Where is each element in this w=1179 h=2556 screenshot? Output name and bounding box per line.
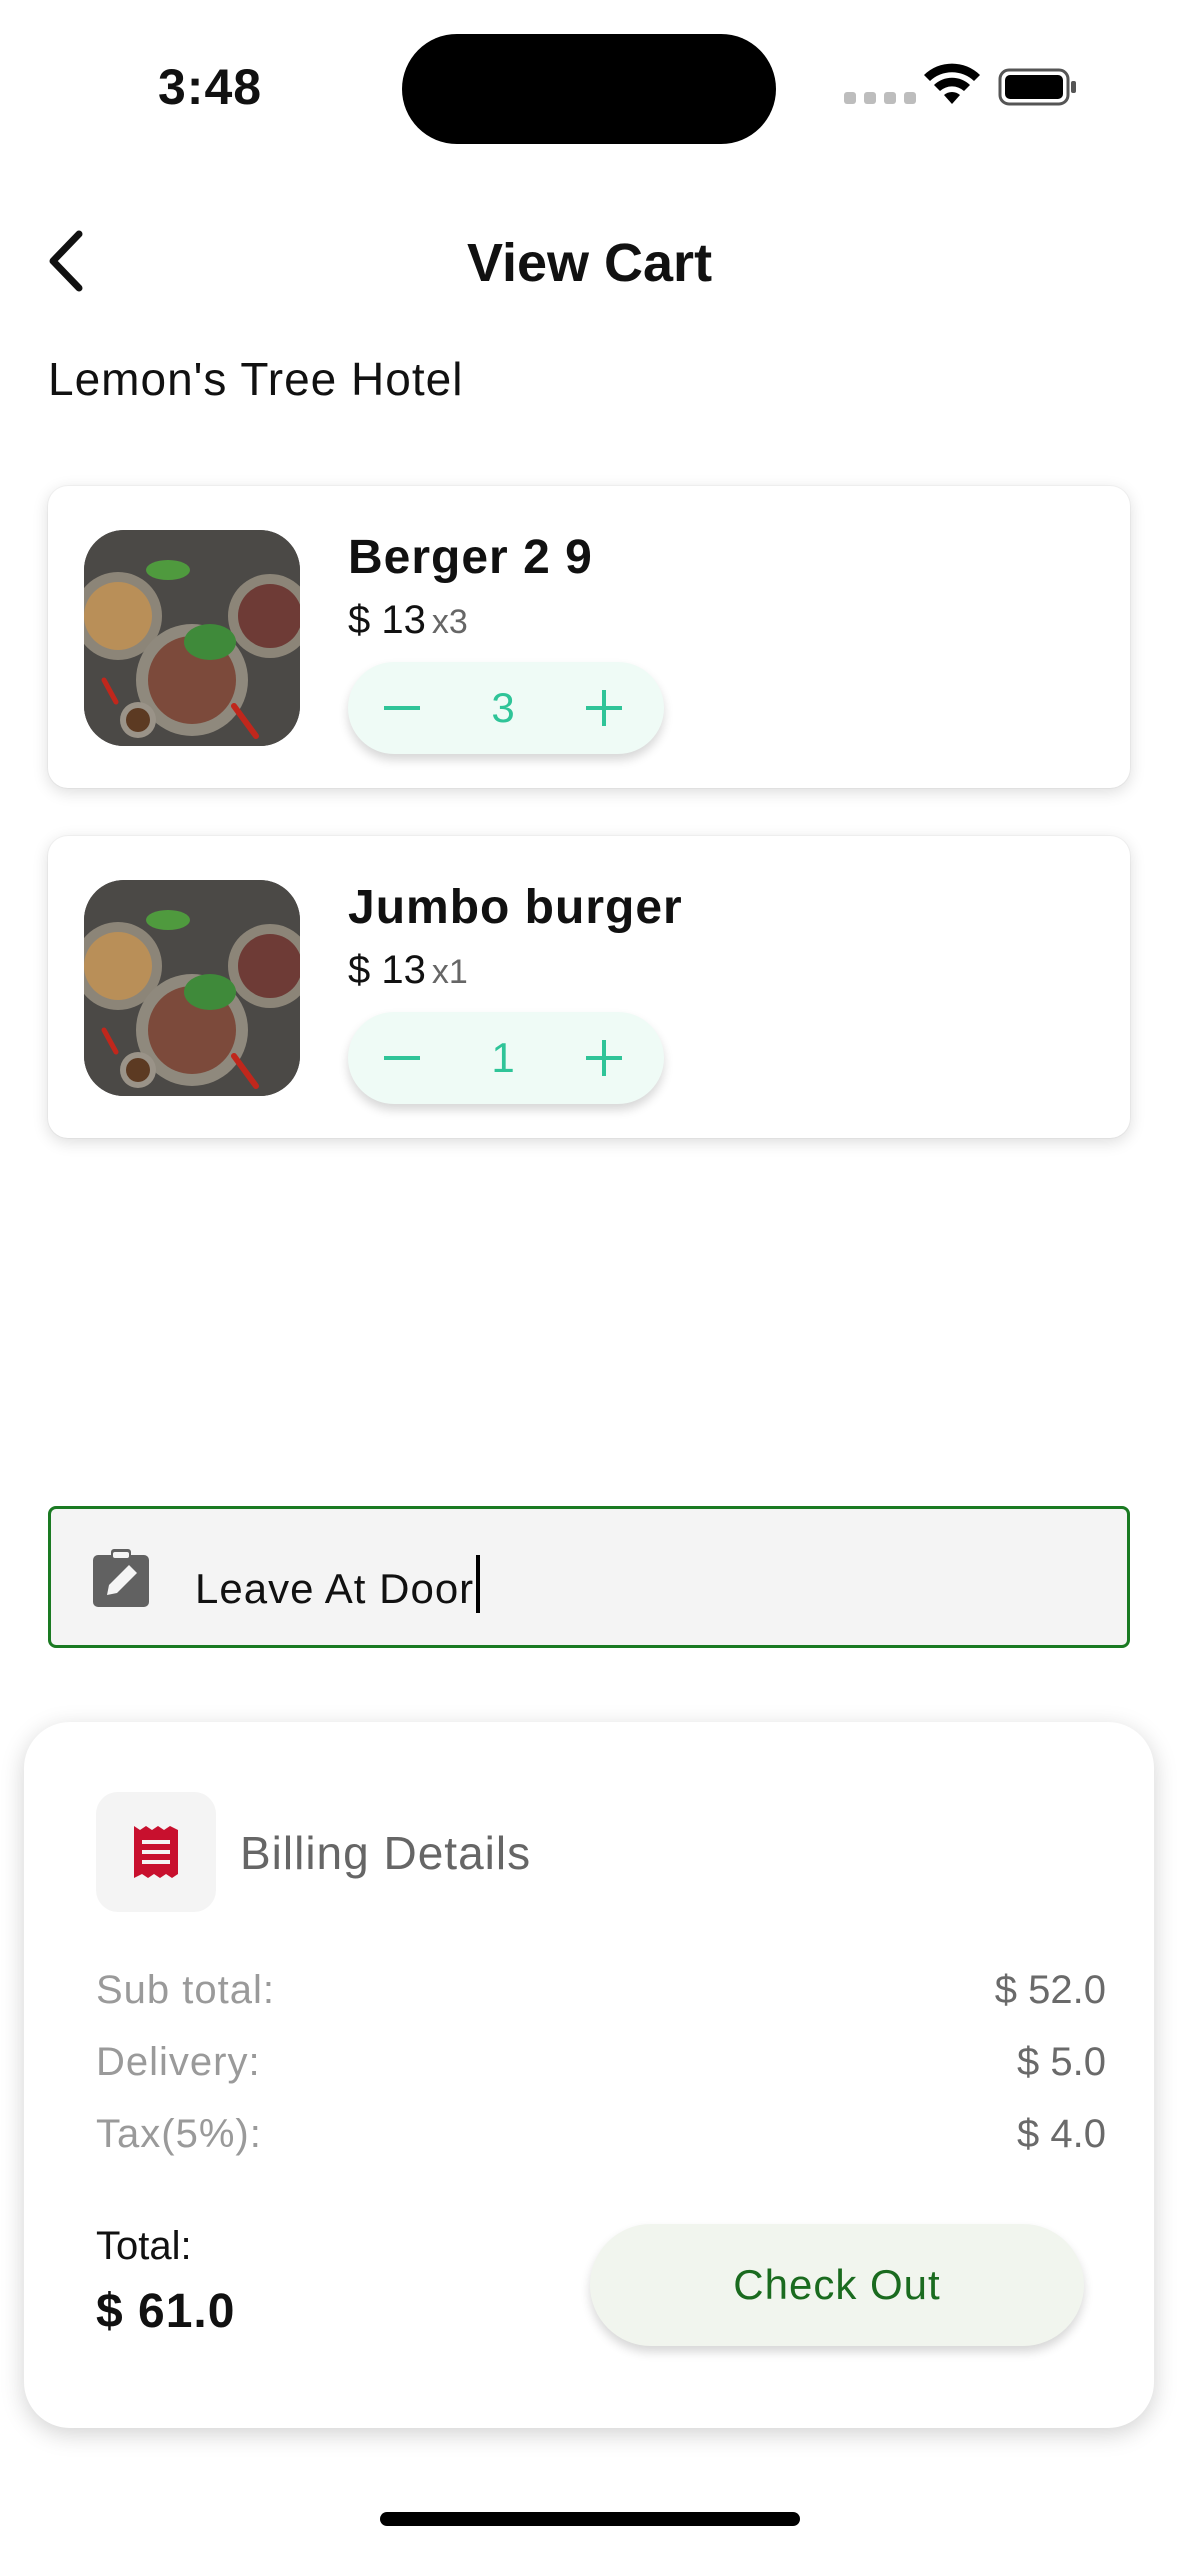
subtotal-value: $ 52.0	[994, 1968, 1106, 2012]
tax-row: Tax(5%): $ 4.0	[96, 2112, 1106, 2157]
increment-button[interactable]	[572, 1026, 636, 1090]
quantity-value: 1	[491, 1034, 515, 1081]
delivery-label: Delivery:	[96, 2040, 261, 2084]
plus-icon	[585, 690, 622, 726]
checkout-button[interactable]: Check Out	[590, 2224, 1084, 2346]
item-price-row: $ 13 x3	[348, 598, 468, 643]
delivery-value: $ 5.0	[1017, 2040, 1106, 2084]
item-name: Jumbo burger	[348, 881, 683, 934]
receipt-icon-wrapper	[96, 1792, 216, 1912]
quantity-stepper: 3	[348, 662, 664, 754]
delivery-note-value: Leave At Door	[195, 1565, 475, 1612]
item-price: $ 13	[348, 598, 426, 642]
restaurant-name: Lemon's Tree Hotel	[48, 353, 464, 405]
item-multiplier: x1	[431, 953, 468, 991]
item-multiplier: x3	[431, 603, 468, 641]
cart-item-card: Berger 2 9 $ 13 x3 3	[48, 486, 1130, 788]
dynamic-island	[402, 34, 776, 144]
status-time: 3:48	[158, 59, 263, 115]
item-price-row: $ 13 x1	[348, 948, 468, 993]
text-cursor	[476, 1555, 481, 1613]
decrement-button[interactable]	[370, 676, 434, 740]
cart-item-card: Jumbo burger $ 13 x1 1	[48, 836, 1130, 1138]
battery-icon	[998, 68, 1076, 106]
decrement-button[interactable]	[370, 1026, 434, 1090]
wifi-icon	[924, 63, 980, 104]
billing-title: Billing Details	[240, 1827, 532, 1879]
total-label: Total:	[96, 2224, 192, 2268]
increment-button[interactable]	[572, 676, 636, 740]
quantity-stepper: 1	[348, 1012, 664, 1104]
delivery-note-input[interactable]: Leave At Door	[48, 1506, 1130, 1648]
food-image	[84, 880, 300, 1096]
minus-icon	[384, 706, 420, 710]
cellular-signal-icon	[844, 92, 916, 104]
item-price: $ 13	[348, 948, 426, 992]
subtotal-label: Sub total:	[96, 1968, 276, 2012]
view-cart-screen: 3:48 View Cart Lemon's Tree Hotel Berger…	[0, 0, 1179, 2556]
item-name: Berger 2 9	[348, 531, 593, 584]
billing-panel: Billing Details Sub total: $ 52.0 Delive…	[24, 1722, 1154, 2428]
minus-icon	[384, 1056, 420, 1060]
receipt-icon	[134, 1826, 178, 1878]
home-indicator	[380, 2512, 800, 2526]
subtotal-row: Sub total: $ 52.0	[96, 1968, 1106, 2013]
page-title: View Cart	[466, 233, 713, 293]
quantity-value: 3	[491, 684, 515, 731]
total-value: $ 61.0	[96, 2285, 236, 2338]
tax-label: Tax(5%):	[96, 2112, 262, 2156]
plus-icon	[585, 1040, 622, 1076]
delivery-row: Delivery: $ 5.0	[96, 2040, 1106, 2085]
delivery-note-text: Leave At Door	[195, 1555, 481, 1613]
clipboard-edit-icon	[93, 1549, 149, 1607]
food-image	[84, 530, 300, 746]
tax-value: $ 4.0	[1017, 2112, 1106, 2156]
